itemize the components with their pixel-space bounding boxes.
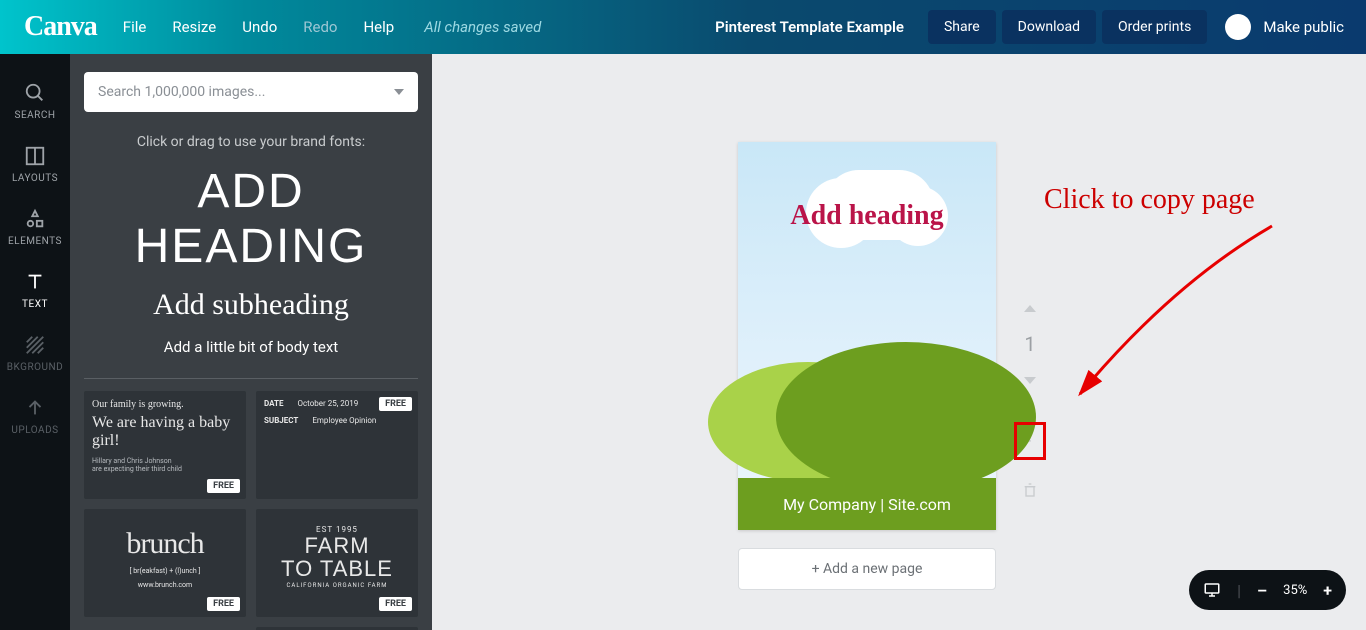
rail-elements[interactable]: ELEMENTS	[0, 196, 70, 259]
search-icon	[24, 82, 46, 104]
page-side-controls: 1	[1014, 292, 1046, 506]
template-farm[interactable]: EST 1995 FARM TO TABLE CALIFORNIA ORGANI…	[256, 509, 418, 617]
layouts-icon	[24, 145, 46, 167]
zoom-control: | – 35% +	[1189, 570, 1346, 610]
text-icon	[24, 271, 46, 293]
tool-rail: SEARCH LAYOUTS ELEMENTS TEXT BKGROUND UP…	[0, 54, 70, 630]
page-number: 1	[1024, 332, 1035, 356]
rail-label: LAYOUTS	[12, 173, 58, 184]
copy-icon	[1029, 431, 1031, 451]
template-baby[interactable]: Our family is growing. We are having a b…	[84, 391, 246, 499]
template-line: CALIFORNIA ORGANIC FARM	[264, 582, 410, 589]
document-title[interactable]: Pinterest Template Example	[715, 18, 904, 36]
app-logo[interactable]: Canva	[12, 11, 109, 43]
add-subheading-button[interactable]: Add subheading	[84, 288, 418, 322]
template-line: FARM	[264, 536, 410, 557]
template-value: October 25, 2019	[297, 399, 358, 408]
template-line: [ br(eakfast) + (l)unch ]	[92, 567, 238, 575]
menu-help[interactable]: Help	[363, 18, 394, 36]
page-heading-text[interactable]: Add heading	[738, 200, 996, 232]
tutorial-annotation: Click to copy page	[1044, 184, 1255, 216]
template-value: Employee Opinion	[312, 416, 376, 425]
rail-label: ELEMENTS	[8, 236, 62, 247]
free-badge: FREE	[207, 479, 240, 493]
copy-page-button[interactable]	[1014, 422, 1046, 460]
template-memo[interactable]: DATE October 25, 2019 SUBJECT Employee Opi…	[256, 391, 418, 499]
chevron-down-icon	[394, 89, 404, 95]
share-button[interactable]: Share	[928, 10, 996, 44]
add-heading-button[interactable]: Add heading	[84, 164, 418, 274]
page-footer-text[interactable]: My Company | Site.com	[738, 478, 996, 530]
rail-layouts[interactable]: LAYOUTS	[0, 133, 70, 196]
panel-divider	[84, 378, 418, 379]
rail-uploads[interactable]: UPLOADS	[0, 385, 70, 448]
free-badge: FREE	[379, 397, 412, 411]
background-icon	[24, 334, 46, 356]
template-line: We are having a baby girl!	[92, 414, 238, 451]
trash-icon	[1022, 482, 1038, 498]
menu-undo[interactable]: Undo	[242, 18, 277, 36]
page-wrapper: Add heading My Company | Site.com 1	[738, 142, 1046, 530]
template-line: Hillary and Chris Johnson	[92, 457, 238, 465]
free-badge: FREE	[379, 597, 412, 611]
zoom-out-button[interactable]: –	[1257, 581, 1267, 600]
user-avatar[interactable]	[1225, 14, 1251, 40]
design-page[interactable]: Add heading My Company | Site.com	[738, 142, 996, 530]
free-badge: FREE	[207, 597, 240, 611]
brand-fonts-hint: Click or drag to use your brand fonts:	[84, 134, 418, 150]
zoom-value[interactable]: 35%	[1283, 583, 1307, 598]
menu-redo[interactable]: Redo	[303, 18, 337, 36]
rail-search[interactable]: SEARCH	[0, 70, 70, 133]
rail-background[interactable]: BKGROUND	[0, 322, 70, 385]
make-public-toggle[interactable]: Make public	[1263, 18, 1344, 36]
text-templates-grid: Our family is growing. We are having a b…	[84, 391, 418, 630]
image-search-input[interactable]: Search 1,000,000 images...	[84, 72, 418, 112]
upload-icon	[24, 397, 46, 419]
canvas-area: Add heading My Company | Site.com 1 Clic…	[432, 54, 1366, 630]
hill-graphic	[776, 342, 1036, 492]
template-line: are expecting their third child	[92, 465, 238, 473]
template-line: brunch	[92, 527, 238, 561]
template-label: DATE	[264, 399, 283, 408]
page-move-up-button[interactable]	[1014, 292, 1046, 324]
download-button[interactable]: Download	[1002, 10, 1096, 44]
menu-resize[interactable]: Resize	[172, 18, 216, 36]
delete-page-button[interactable]	[1014, 474, 1046, 506]
rail-label: UPLOADS	[11, 425, 58, 436]
rail-label: SEARCH	[15, 110, 56, 121]
zoom-in-button[interactable]: +	[1323, 581, 1332, 600]
add-new-page-button[interactable]: + Add a new page	[738, 548, 996, 590]
text-panel: Search 1,000,000 images... Click or drag…	[70, 54, 432, 630]
add-body-text-button[interactable]: Add a little bit of body text	[84, 338, 418, 356]
menu-file[interactable]: File	[123, 18, 147, 36]
template-line: TO TABLE	[264, 559, 410, 580]
chevron-up-icon	[1024, 305, 1036, 312]
top-bar: Canva File Resize Undo Redo Help All cha…	[0, 0, 1366, 54]
presentation-icon[interactable]	[1203, 581, 1221, 599]
rail-text[interactable]: TEXT	[0, 259, 70, 322]
template-brunch[interactable]: brunch [ br(eakfast) + (l)unch ] www.bru…	[84, 509, 246, 617]
elements-icon	[24, 208, 46, 230]
save-status: All changes saved	[424, 18, 541, 36]
template-label: SUBJECT	[264, 416, 298, 425]
chevron-down-icon	[1024, 377, 1036, 384]
rail-label: TEXT	[22, 299, 48, 310]
search-placeholder: Search 1,000,000 images...	[98, 84, 265, 100]
page-move-down-button[interactable]	[1014, 364, 1046, 396]
annotation-arrow	[1032, 214, 1312, 434]
order-prints-button[interactable]: Order prints	[1102, 10, 1207, 44]
template-line: www.brunch.com	[92, 581, 238, 589]
main-menu: File Resize Undo Redo Help	[123, 18, 394, 36]
template-line: Our family is growing.	[92, 399, 238, 410]
rail-label: BKGROUND	[7, 362, 63, 373]
